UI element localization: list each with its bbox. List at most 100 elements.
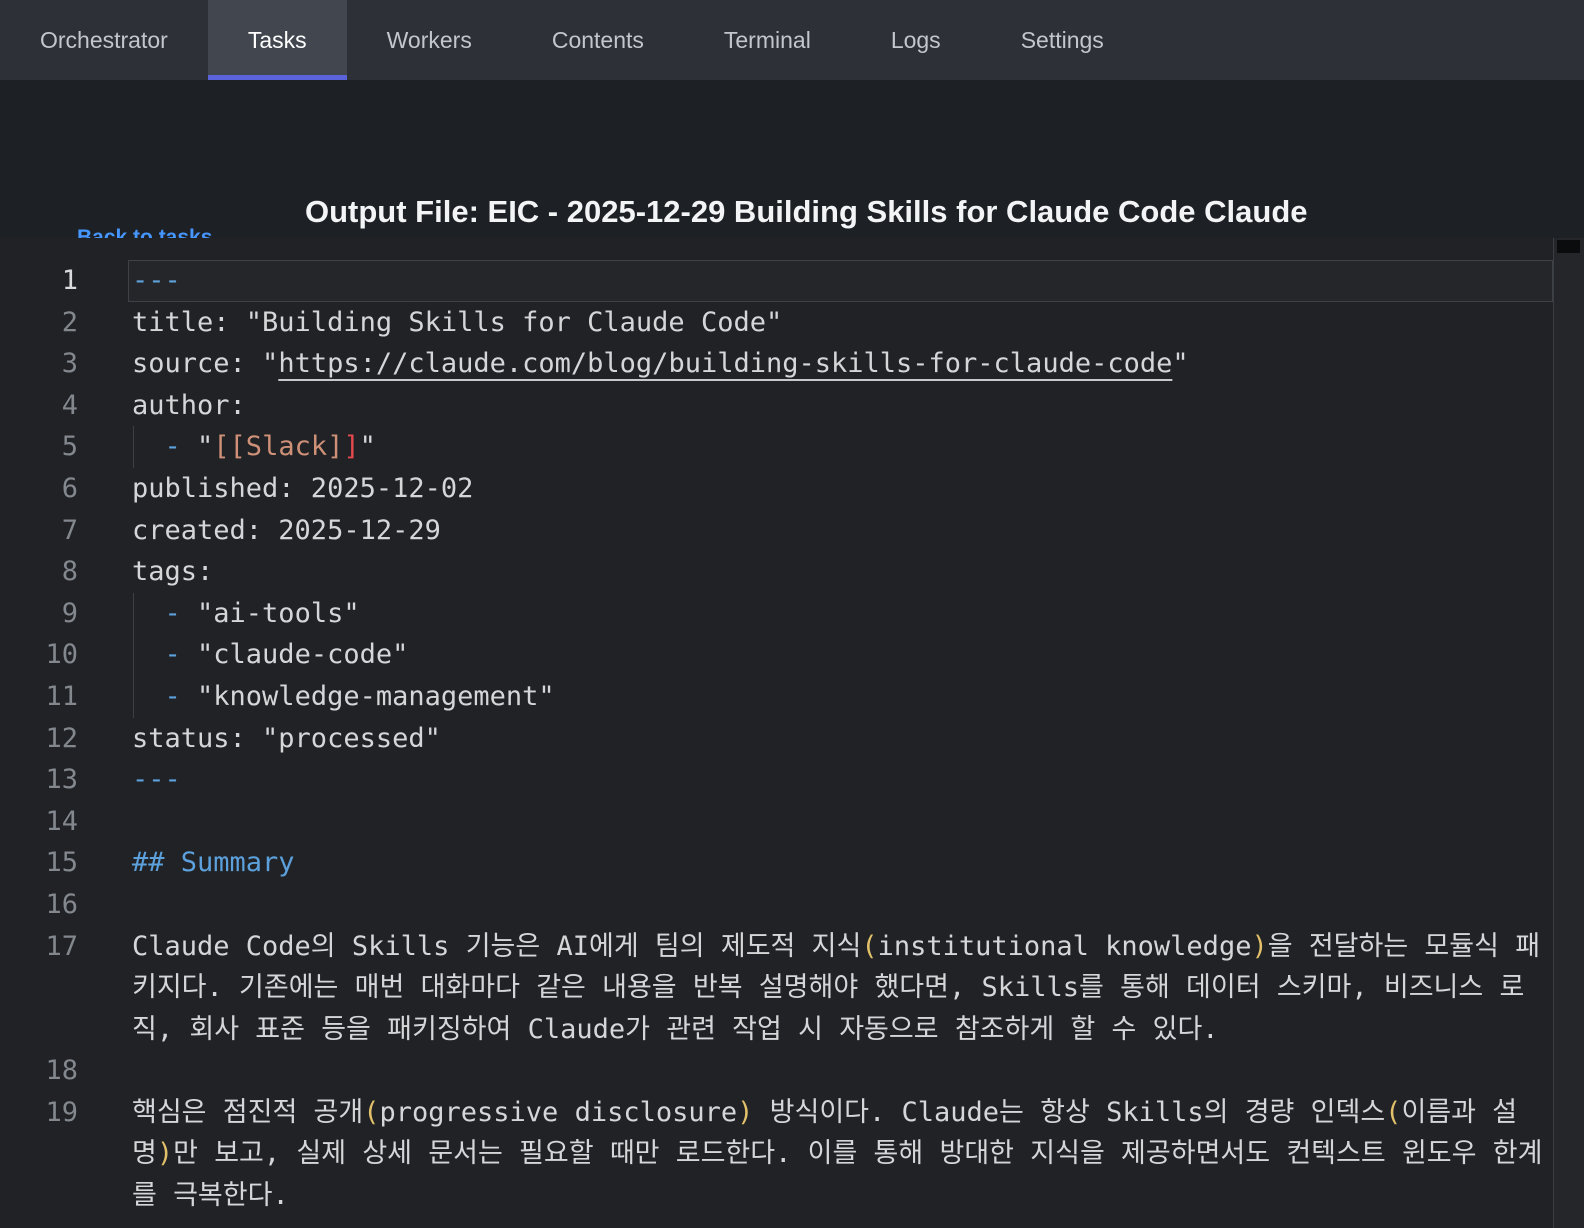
code-line[interactable]: 16 (0, 884, 1553, 926)
tab-workers[interactable]: Workers (347, 0, 512, 80)
tab-bar: Orchestrator Tasks Workers Contents Term… (0, 0, 1584, 80)
line-content: published: 2025-12-02 (132, 468, 1553, 510)
tab-settings[interactable]: Settings (981, 0, 1144, 80)
code-line[interactable]: 11 - "knowledge-management" (0, 675, 1553, 718)
code-token: - (164, 431, 198, 463)
line-number: 15 (45, 847, 78, 879)
line-number: 8 (61, 556, 78, 588)
line-number: 11 (45, 680, 78, 712)
line-content: 핵심은 점진적 공개(progressive disclosure) 방식이다.… (132, 1092, 1553, 1217)
code-token: status: "processed" (132, 722, 441, 754)
code-line[interactable]: 15 ## Summary (0, 842, 1553, 884)
tab-orchestrator[interactable]: Orchestrator (0, 0, 208, 80)
line-content: - "ai-tools" (132, 592, 1553, 635)
code-token: ( (1385, 1096, 1402, 1128)
line-number: 16 (45, 888, 78, 920)
code-line[interactable]: 19 핵심은 점진적 공개(progressive disclosure) 방식… (0, 1092, 1553, 1217)
scrollbar-thumb[interactable] (1557, 240, 1580, 253)
code-line[interactable]: 9 - "ai-tools" (0, 592, 1553, 635)
code-token: author: (132, 389, 246, 421)
code-token: ( (363, 1096, 380, 1128)
line-number: 6 (61, 472, 78, 504)
line-content: title: "Building Skills for Claude Code" (132, 302, 1553, 344)
line-number: 2 (61, 306, 78, 338)
code-line[interactable]: 14 (0, 801, 1553, 843)
line-number: 19 (45, 1096, 78, 1128)
code-token: "claude-code" (197, 639, 409, 671)
tab-label: Terminal (723, 26, 811, 53)
line-number: 17 (45, 930, 78, 962)
code-token: Claude Code의 Skills 기능은 AI에게 팀의 제도적 지식 (132, 930, 862, 962)
tab-terminal[interactable]: Terminal (684, 0, 851, 80)
code-line[interactable]: 2 title: "Building Skills for Claude Cod… (0, 302, 1553, 344)
line-content (132, 801, 1553, 843)
code-line[interactable]: 3 source: "https://claude.com/blog/build… (0, 343, 1553, 385)
tab-tasks[interactable]: Tasks (207, 0, 347, 80)
code-line[interactable]: 1 --- (0, 260, 1553, 302)
editor-scrollbar[interactable] (1553, 238, 1584, 1228)
code-line[interactable]: 18 (0, 1050, 1553, 1092)
code-line[interactable]: 8 tags: (0, 551, 1553, 593)
code-token: 방식이다. Claude는 항상 Skills의 경량 인덱스 (753, 1096, 1386, 1128)
line-number: 12 (45, 722, 78, 754)
line-number: 5 (61, 431, 78, 463)
code-token: source: " (132, 348, 279, 380)
code-token: --- (132, 764, 181, 796)
line-content: author: (132, 385, 1553, 427)
code-token: created: 2025-12-29 (132, 514, 441, 546)
line-content: status: "processed" (132, 718, 1553, 760)
line-number: 1 (61, 265, 78, 296)
app-window: Orchestrator Tasks Workers Contents Term… (0, 0, 1584, 1228)
code-token: ] (343, 431, 360, 463)
line-content: - "claude-code" (132, 634, 1553, 676)
code-token: institutional knowledge (877, 930, 1252, 962)
tab-contents[interactable]: Contents (512, 0, 684, 80)
code-line[interactable]: 10 - "claude-code" (0, 634, 1553, 676)
line-number: 7 (61, 514, 78, 546)
line-number: 14 (45, 805, 78, 837)
code-token: "ai-tools" (197, 597, 360, 629)
code-token: [[Slack] (213, 431, 344, 463)
code-token: 만 보고, 실제 상세 문서는 필요할 때만 로드한다. 이를 통해 방대한 지… (132, 1138, 1543, 1212)
code-token: progressive disclosure (379, 1096, 738, 1128)
code-line[interactable]: 17 Claude Code의 Skills 기능은 AI에게 팀의 제도적 지… (0, 926, 1553, 1051)
line-content: --- (132, 759, 1553, 801)
code-token: ## Summary (132, 847, 295, 879)
code-line[interactable]: 4 author: (0, 385, 1553, 427)
code-line[interactable]: 7 created: 2025-12-29 (0, 510, 1553, 552)
line-number: 9 (61, 597, 78, 629)
line-content: tags: (132, 551, 1553, 593)
code-editor[interactable]: 1 --- 2 title: "Building Skills for Clau… (0, 238, 1584, 1228)
line-content: - "[[Slack]]" (132, 426, 1553, 468)
code-line[interactable]: 6 published: 2025-12-02 (0, 468, 1553, 510)
line-number: 13 (45, 764, 78, 796)
code-lines: 1 --- 2 title: "Building Skills for Clau… (0, 238, 1553, 1217)
code-line[interactable]: 5 - "[[Slack]]" (0, 426, 1553, 468)
code-token: " (197, 431, 214, 463)
tab-logs[interactable]: Logs (851, 0, 981, 80)
line-content: --- (128, 260, 1553, 302)
code-token: ) (737, 1096, 754, 1128)
line-number: 4 (61, 389, 78, 421)
tab-label: Logs (890, 26, 941, 53)
line-number: 3 (61, 348, 78, 380)
tab-label: Settings (1020, 26, 1104, 53)
code-token: " (359, 431, 376, 463)
file-header: ←Back to tasks Output File: EIC - 2025-1… (0, 80, 1584, 279)
tab-label: Contents (551, 26, 644, 53)
code-token: 핵심은 점진적 공개 (132, 1096, 364, 1128)
tab-label: Workers (386, 26, 472, 53)
line-content: - "knowledge-management" (132, 675, 1553, 718)
code-line[interactable]: 13 --- (0, 759, 1553, 801)
code-token: title: "Building Skills for Claude Code" (132, 306, 783, 338)
code-token: " (1172, 348, 1189, 380)
code-line[interactable]: 12 status: "processed" (0, 718, 1553, 760)
code-token: tags: (132, 556, 214, 588)
line-content: created: 2025-12-29 (132, 510, 1553, 552)
code-token: - (164, 680, 198, 712)
line-content (132, 1050, 1553, 1092)
code-token: --- (132, 265, 181, 296)
